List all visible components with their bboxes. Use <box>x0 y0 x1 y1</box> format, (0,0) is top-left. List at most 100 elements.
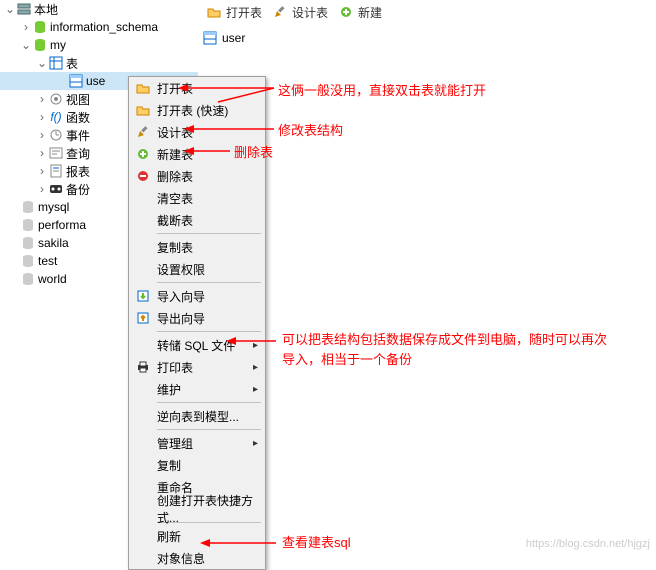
design-table-button[interactable]: 设计表 <box>268 2 332 23</box>
database-icon <box>32 37 48 53</box>
menu-separator <box>157 331 261 332</box>
tree-folder-tables[interactable]: ⌄ 表 <box>0 54 198 72</box>
menu-maintain[interactable]: 维护▸ <box>129 378 265 400</box>
content-pane: user <box>198 28 249 48</box>
chevron-right-icon: ▸ <box>253 362 265 373</box>
database-icon <box>20 199 36 215</box>
tree-label: world <box>38 272 67 286</box>
event-icon <box>48 127 64 143</box>
database-icon <box>20 253 36 269</box>
menu-open-table[interactable]: 打开表 <box>129 77 265 99</box>
menu-manage-group[interactable]: 管理组▸ <box>129 432 265 454</box>
open-icon <box>133 80 153 96</box>
menu-set-perm[interactable]: 设置权限 <box>129 258 265 280</box>
table-icon <box>68 73 84 89</box>
plus-icon <box>338 4 354 20</box>
menu-print-table[interactable]: 打印表▸ <box>129 356 265 378</box>
annotation: 可以把表结构包括数据保存成文件到电脑，随时可以再次导入，相当于一个备份 <box>282 330 612 369</box>
chevron-down-icon[interactable]: ⌄ <box>36 56 48 70</box>
export-icon <box>133 310 153 326</box>
tree-label: 事件 <box>66 127 90 144</box>
database-icon <box>32 19 48 35</box>
tree-label: performa <box>38 218 86 232</box>
menu-dump-sql[interactable]: 转储 SQL 文件▸ <box>129 334 265 356</box>
open-icon <box>206 4 222 20</box>
tree-label: 查询 <box>66 145 90 162</box>
menu-truncate-table[interactable]: 截断表 <box>129 209 265 231</box>
chevron-down-icon[interactable]: ⌄ <box>20 38 32 52</box>
database-icon <box>20 217 36 233</box>
tree-label: mysql <box>38 200 69 214</box>
chevron-right-icon: ▸ <box>253 438 265 449</box>
server-icon <box>16 1 32 17</box>
menu-open-fast[interactable]: 打开表 (快速) <box>129 99 265 121</box>
new-table-button[interactable]: 新建 <box>334 2 386 23</box>
view-icon <box>48 91 64 107</box>
menu-clear-table[interactable]: 清空表 <box>129 187 265 209</box>
tree-db[interactable]: › information_schema <box>0 18 198 36</box>
annotation: 查看建表sql <box>282 532 351 551</box>
annotation: 这俩一般没用，直接双击表就能打开 <box>278 80 486 99</box>
menu-separator <box>157 429 261 430</box>
table-item-user[interactable]: user <box>198 28 249 48</box>
design-icon <box>133 124 153 140</box>
chevron-right-icon: ▸ <box>253 384 265 395</box>
chevron-right-icon: ▸ <box>253 340 265 351</box>
menu-reverse-model[interactable]: 逆向表到模型... <box>129 405 265 427</box>
plus-icon <box>133 146 153 162</box>
menu-object-info[interactable]: 对象信息 <box>129 547 265 569</box>
print-icon <box>133 359 153 375</box>
tree-root[interactable]: ⌄ 本地 <box>0 0 198 18</box>
tree-label: my <box>50 38 66 52</box>
chevron-right-icon[interactable]: › <box>36 182 48 196</box>
tree-label: information_schema <box>50 20 158 34</box>
chevron-down-icon[interactable]: ⌄ <box>4 2 16 16</box>
menu-refresh[interactable]: 刷新 <box>129 525 265 547</box>
menu-create-shortcut[interactable]: 创建打开表快捷方式... <box>129 498 265 520</box>
table-icon <box>202 30 218 46</box>
menu-design-table[interactable]: 设计表 <box>129 121 265 143</box>
tree-label: use <box>86 74 105 88</box>
menu-import-wizard[interactable]: 导入向导 <box>129 285 265 307</box>
menu-copy[interactable]: 复制 <box>129 454 265 476</box>
tree-label: 表 <box>66 55 78 72</box>
chevron-right-icon[interactable]: › <box>36 146 48 160</box>
menu-separator <box>157 233 261 234</box>
table-name: user <box>222 31 245 45</box>
backup-icon <box>48 181 64 197</box>
tree-label: test <box>38 254 57 268</box>
database-icon <box>20 235 36 251</box>
delete-icon <box>133 168 153 184</box>
table-group-icon <box>48 55 64 71</box>
chevron-right-icon[interactable]: › <box>36 110 48 124</box>
menu-separator <box>157 402 261 403</box>
open-fast-icon <box>133 102 153 118</box>
report-icon <box>48 163 64 179</box>
design-icon <box>272 4 288 20</box>
import-icon <box>133 288 153 304</box>
tree-label: 报表 <box>66 163 90 180</box>
tree-label: 视图 <box>66 91 90 108</box>
annotation: 修改表结构 <box>278 120 343 139</box>
menu-export-wizard[interactable]: 导出向导 <box>129 307 265 329</box>
chevron-right-icon[interactable]: › <box>36 128 48 142</box>
tree-db[interactable]: ⌄ my <box>0 36 198 54</box>
query-icon <box>48 145 64 161</box>
open-table-button[interactable]: 打开表 <box>202 2 266 23</box>
chevron-right-icon[interactable]: › <box>36 92 48 106</box>
context-menu: 打开表 打开表 (快速) 设计表 新建表 删除表 清空表 截断表 复制表 设置权… <box>128 76 266 570</box>
function-icon: f() <box>48 109 64 125</box>
menu-delete-table[interactable]: 删除表 <box>129 165 265 187</box>
tree-label: 备份 <box>66 181 90 198</box>
menu-copy-table[interactable]: 复制表 <box>129 236 265 258</box>
tree-label: 本地 <box>34 1 58 18</box>
menu-separator <box>157 282 261 283</box>
chevron-right-icon[interactable]: › <box>20 20 32 34</box>
chevron-right-icon[interactable]: › <box>36 164 48 178</box>
menu-new-table[interactable]: 新建表 <box>129 143 265 165</box>
toolbar: 打开表 设计表 新建 <box>198 0 386 24</box>
database-icon <box>20 271 36 287</box>
watermark: https://blog.csdn.net/hjgzj <box>526 538 650 550</box>
tree-label: sakila <box>38 236 69 250</box>
tree-label: 函数 <box>66 109 90 126</box>
